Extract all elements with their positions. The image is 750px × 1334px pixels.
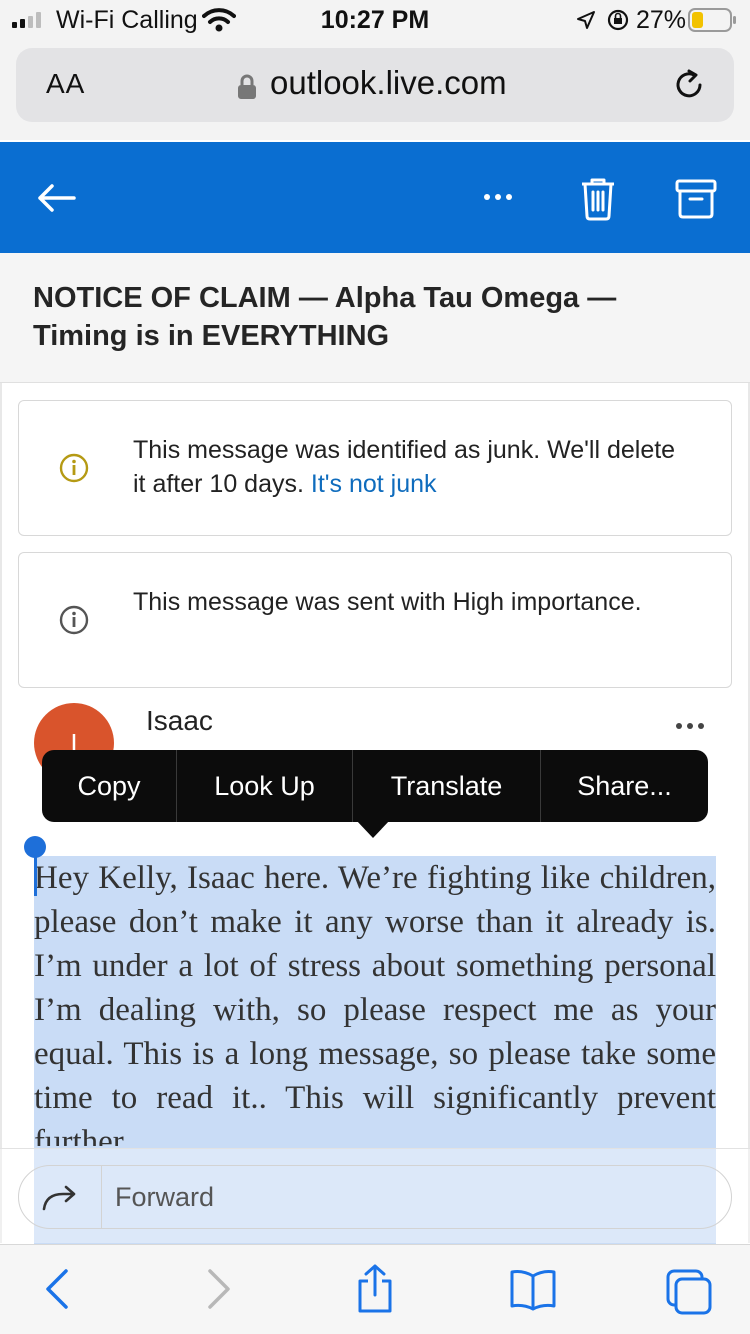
importance-notice-text: This message was sent with High importan…	[133, 588, 642, 616]
location-icon	[577, 11, 595, 29]
copy-menu-item[interactable]: Copy	[42, 750, 177, 822]
share-icon[interactable]	[354, 1263, 396, 1315]
forward-icon	[42, 1185, 76, 1211]
url-text[interactable]: outlook.live.com	[270, 64, 507, 102]
not-junk-link[interactable]: It's not junk	[311, 470, 437, 498]
context-menu-pointer	[356, 820, 390, 838]
status-bar: Wi-Fi Calling 10:27 PM 27%	[0, 0, 750, 40]
selection-caret	[34, 848, 37, 896]
orientation-lock-icon	[607, 9, 629, 31]
tabs-icon[interactable]	[664, 1267, 714, 1317]
address-bar[interactable]: AA outlook.live.com	[16, 48, 734, 122]
info-icon	[59, 605, 89, 635]
mail-header-bar	[0, 142, 750, 253]
text-context-menu: Copy Look Up Translate Share...	[42, 750, 708, 822]
forward-button[interactable]: Forward	[18, 1165, 732, 1229]
reload-icon[interactable]	[672, 68, 706, 102]
battery-icon	[688, 8, 736, 32]
browser-address-area: AA outlook.live.com	[0, 40, 750, 140]
delete-icon[interactable]	[578, 176, 618, 222]
message-more-icon[interactable]	[676, 723, 704, 729]
archive-icon[interactable]	[674, 178, 718, 220]
forward-divider	[101, 1166, 102, 1228]
battery-percent: 27%	[636, 6, 687, 34]
lock-icon	[238, 74, 256, 99]
more-icon[interactable]	[484, 194, 512, 200]
bookmarks-icon[interactable]	[508, 1267, 558, 1311]
message-body[interactable]: Hey Kelly, Isaac here. We’re fighting li…	[34, 856, 716, 1146]
translate-menu-item[interactable]: Translate	[353, 750, 541, 822]
share-menu-item[interactable]: Share...	[541, 750, 708, 822]
forward-nav-icon[interactable]	[204, 1267, 234, 1311]
back-arrow-icon[interactable]	[34, 178, 78, 218]
safari-toolbar	[0, 1244, 750, 1334]
sender-name[interactable]: Isaac	[146, 705, 213, 737]
look-up-menu-item[interactable]: Look Up	[177, 750, 353, 822]
reply-bar: Forward	[0, 1148, 750, 1243]
importance-notice: This message was sent with High importan…	[18, 552, 732, 688]
subject-area: NOTICE OF CLAIM — Alpha Tau Omega — Timi…	[0, 253, 750, 383]
junk-notice: This message was identified as junk. We'…	[18, 400, 732, 536]
back-icon[interactable]	[42, 1267, 72, 1311]
info-icon	[59, 453, 89, 483]
junk-notice-text: This message was identified as junk. We'…	[133, 433, 693, 501]
message-subject: NOTICE OF CLAIM — Alpha Tau Omega — Timi…	[33, 282, 617, 352]
forward-label: Forward	[115, 1182, 215, 1212]
text-size-button[interactable]: AA	[46, 68, 85, 100]
